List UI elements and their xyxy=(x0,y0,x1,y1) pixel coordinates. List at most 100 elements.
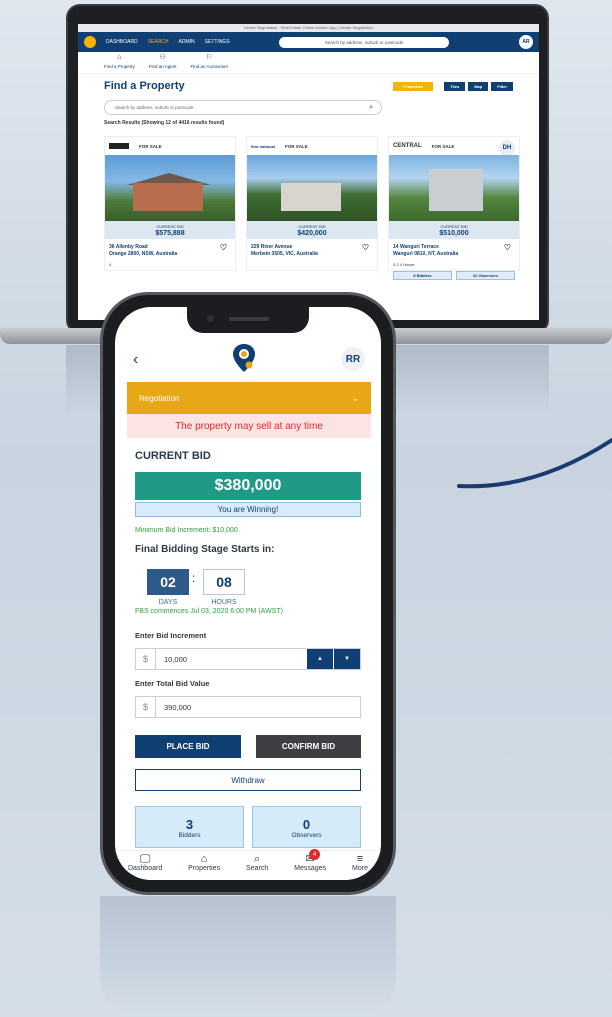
nav-search-input[interactable]: Search by address, suburb or postcode xyxy=(279,36,449,48)
search-icon[interactable]: ⌕ xyxy=(369,104,373,112)
subnav-find-auctioneer[interactable]: ⚐ Find an Auctioneer xyxy=(191,54,229,73)
heart-icon[interactable]: ♡ xyxy=(504,244,511,252)
subnav-label: Find an Auctioneer xyxy=(190,64,229,69)
current-bid-value: $380,000 xyxy=(135,472,361,500)
winning-banner: You are Winning! xyxy=(135,502,361,517)
nav-search[interactable]: SEARCH xyxy=(148,39,169,45)
bid-increment-label: Enter Bid Increment xyxy=(135,631,207,640)
subnav-find-agent[interactable]: ⚇ Find an Agent xyxy=(149,54,177,73)
increment-up-button[interactable]: ▲ xyxy=(306,649,333,669)
avatar[interactable]: AR xyxy=(519,35,533,49)
app-logo[interactable] xyxy=(84,36,96,48)
nav-dashboard[interactable]: DASHBOARD xyxy=(106,39,138,45)
tab-label: Messages xyxy=(294,865,327,872)
agency-logo: first national xyxy=(251,143,276,149)
page-title: Find a Property xyxy=(104,80,185,92)
tab-messages[interactable]: ✉ 4 Messages xyxy=(294,849,327,880)
property-card[interactable]: first national FOR SALE CURRENT BID $420,0… xyxy=(246,136,378,271)
phone-notch xyxy=(187,307,309,333)
total-bid-label: Enter Total Bid Value xyxy=(135,679,210,688)
sell-warning: The property may sell at any time xyxy=(127,414,371,438)
swoosh-decoration xyxy=(457,438,612,489)
place-bid-button[interactable]: PLACE BID xyxy=(135,735,241,758)
search-icon: ⌕ xyxy=(254,853,261,865)
fbs-commence-text: FBS commences Jul 03, 2020 6:00 PM (AWST… xyxy=(135,608,283,615)
observers-stat[interactable]: 0 Observers xyxy=(252,806,361,848)
heart-icon[interactable]: ♡ xyxy=(220,244,227,252)
bidders-pill[interactable]: 8 Bidders xyxy=(393,271,452,280)
bidders-stat[interactable]: 3 Bidders xyxy=(135,806,244,848)
property-photo xyxy=(105,155,235,221)
camera-icon xyxy=(207,315,214,322)
dollar-icon: $ xyxy=(136,697,156,717)
back-chevron-icon[interactable]: ‹ xyxy=(133,351,138,369)
increment-down-button[interactable]: ▼ xyxy=(333,649,360,669)
tab-dashboard[interactable]: 🖵 Dashboard xyxy=(128,851,162,880)
bid-increment-stepper[interactable]: $ 10,000 ▲ ▼ xyxy=(135,648,361,670)
fbs-countdown-title: Final Bidding Stage Starts in: xyxy=(135,544,275,555)
property-photo xyxy=(389,155,519,221)
countdown-hours: 08 xyxy=(203,569,245,595)
bid-value: $420,000 xyxy=(297,230,327,237)
confirm-bid-button[interactable]: CONFIRM BID xyxy=(256,735,361,758)
property-photo xyxy=(247,155,377,221)
tab-label: Properties xyxy=(188,865,221,872)
tab-properties[interactable]: ⌂ Properties xyxy=(188,851,220,880)
subnav-label: Find an Agent xyxy=(148,64,177,69)
monitor-icon: 🖵 xyxy=(139,853,151,865)
properties-button[interactable]: Properties xyxy=(393,81,434,91)
avatar[interactable]: RR xyxy=(341,347,365,371)
tab-search[interactable]: ⌕ Search xyxy=(246,851,268,880)
negotiation-accordion[interactable]: Negotiation ⌄ xyxy=(127,382,371,414)
tab-label: More xyxy=(352,865,368,872)
bid-increment-value[interactable]: 10,000 xyxy=(156,655,306,664)
message-count-badge: 4 xyxy=(309,849,321,860)
withdraw-button[interactable]: Withdraw xyxy=(135,769,361,791)
countdown-days: 02 xyxy=(147,569,189,595)
menu-icon: ≡ xyxy=(356,853,364,865)
tab-more[interactable]: ≡ More xyxy=(352,851,368,880)
agency-logo: CENTRAL xyxy=(393,143,422,149)
tab-label: Dashboard xyxy=(127,865,163,872)
agent-avatar: DH xyxy=(499,140,515,156)
phone-reflection xyxy=(100,896,396,1017)
bid-value: $575,888 xyxy=(155,230,185,237)
property-card[interactable]: FOR SALE CURRENT BID $575,888 36 Allenby … xyxy=(104,136,236,271)
nav-admin[interactable]: ADMIN xyxy=(179,39,195,45)
laptop-screen: Dealer Negotiation · Real Estate Online … xyxy=(78,24,539,320)
card-address: 36 Allenby Road xyxy=(109,244,148,250)
bid-label: CURRENT BID xyxy=(440,224,468,229)
home-icon: ⌂ xyxy=(117,54,122,61)
subnav-find-property[interactable]: ⌂ Find a Property xyxy=(104,54,135,73)
app-header: ‹ RR xyxy=(115,339,381,379)
bid-value: $510,000 xyxy=(439,230,469,237)
card-suburb: Merbein 3505, VIC, Australia xyxy=(251,251,318,257)
tab-label: Search xyxy=(246,865,269,872)
card-suburb: Orange 2800, NSW, Australia xyxy=(109,251,178,257)
bidders-count: 3 xyxy=(185,817,194,832)
card-address: 229 River Avenue xyxy=(251,244,293,250)
total-bid-value[interactable]: 390,000 xyxy=(156,703,360,712)
status-badge: FOR SALE xyxy=(285,143,308,149)
phone-frame: ‹ RR Negotiation ⌄ The property may sell… xyxy=(100,292,396,895)
heart-icon[interactable]: ♡ xyxy=(362,244,369,252)
property-search-input[interactable]: Search by address, suburb or postcode ⌕ xyxy=(104,100,382,115)
total-bid-field[interactable]: $ 390,000 xyxy=(135,696,361,718)
bid-label: CURRENT BID xyxy=(298,224,326,229)
accordion-title: Negotiation xyxy=(139,393,180,403)
property-card[interactable]: CENTRAL FOR SALE DH CURRENT BID $510,000 1… xyxy=(388,136,520,280)
observers-pill[interactable]: 22 Observers xyxy=(456,271,515,280)
phone-screen: ‹ RR Negotiation ⌄ The property may sell… xyxy=(115,307,381,880)
filter-button[interactable]: Filter xyxy=(491,81,513,91)
chevron-down-icon[interactable]: ⌄ xyxy=(351,393,359,404)
nav-settings[interactable]: SETTINGS xyxy=(205,39,230,45)
days-label: DAYS xyxy=(158,599,178,606)
tiles-button[interactable]: Tiles xyxy=(444,81,466,91)
bid-label: CURRENT BID xyxy=(156,224,184,229)
current-bid-label: CURRENT BID xyxy=(135,450,211,462)
sub-nav: ⌂ Find a Property ⚇ Find an Agent ⚐ Find an… xyxy=(78,52,539,74)
home-icon: ⌂ xyxy=(200,853,208,865)
map-button[interactable]: Map xyxy=(468,81,489,91)
subnav-label: Find a Property xyxy=(104,64,135,69)
min-increment-text: Minimum Bid Increment: $10,000 xyxy=(135,527,238,534)
